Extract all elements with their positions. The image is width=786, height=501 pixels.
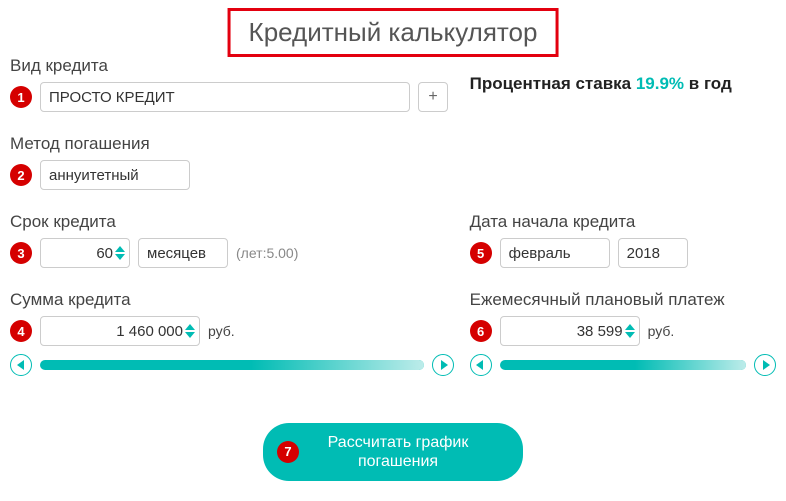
start-date-label: Дата начала кредита <box>470 212 776 232</box>
chevron-up-icon[interactable] <box>115 246 125 252</box>
chevron-down-icon[interactable] <box>185 332 195 338</box>
term-unit: месяцев <box>147 245 206 262</box>
chevron-down-icon[interactable] <box>625 332 635 338</box>
amount-unit: руб. <box>208 323 235 339</box>
amount-value: 1 460 000 <box>49 323 183 340</box>
start-month-select[interactable]: февраль <box>500 238 610 268</box>
marker-6: 6 <box>470 320 492 342</box>
page-title-text: Кредитный калькулятор <box>249 17 538 47</box>
rate-suffix: в год <box>684 74 732 93</box>
credit-type-label: Вид кредита <box>10 56 454 76</box>
slider-right-button[interactable] <box>432 354 454 376</box>
start-month-value: февраль <box>509 245 571 262</box>
payment-unit: руб. <box>648 323 675 339</box>
chevron-up-icon[interactable] <box>625 324 635 330</box>
marker-1: 1 <box>10 86 32 108</box>
calculate-button[interactable]: 7 Рассчитать график погашения <box>263 423 523 481</box>
term-hint: (лет:5.00) <box>236 245 298 261</box>
term-label: Срок кредита <box>10 212 454 232</box>
add-credit-type-button[interactable]: + <box>418 82 448 112</box>
payment-label: Ежемесячный плановый платеж <box>470 290 776 310</box>
method-select[interactable]: аннуитетный <box>40 160 190 190</box>
amount-input[interactable]: 1 460 000 <box>40 316 200 346</box>
method-value: аннуитетный <box>49 167 139 184</box>
chevron-down-icon[interactable] <box>115 254 125 260</box>
plus-icon: + <box>428 88 437 106</box>
amount-slider[interactable] <box>40 360 424 370</box>
credit-type-select[interactable]: ПРОСТО КРЕДИТ <box>40 82 410 112</box>
amount-label: Сумма кредита <box>10 290 454 310</box>
payment-slider[interactable] <box>500 360 746 370</box>
marker-7: 7 <box>277 441 299 463</box>
term-input[interactable]: 60 <box>40 238 130 268</box>
rate-prefix: Процентная ставка <box>470 74 636 93</box>
slider-right-button[interactable] <box>754 354 776 376</box>
slider-left-button[interactable] <box>470 354 492 376</box>
start-year-value: 2018 <box>627 245 660 262</box>
slider-left-button[interactable] <box>10 354 32 376</box>
payment-input[interactable]: 38 599 <box>500 316 640 346</box>
calculate-button-label: Рассчитать график погашения <box>313 433 483 471</box>
interest-rate-line: Процентная ставка 19.9% в год <box>470 74 776 94</box>
credit-type-value: ПРОСТО КРЕДИТ <box>49 89 175 106</box>
term-unit-select[interactable]: месяцев <box>138 238 228 268</box>
marker-3: 3 <box>10 242 32 264</box>
chevron-up-icon[interactable] <box>185 324 195 330</box>
marker-2: 2 <box>10 164 32 186</box>
marker-5: 5 <box>470 242 492 264</box>
method-label: Метод погашения <box>10 134 454 154</box>
payment-value: 38 599 <box>509 323 623 340</box>
page-title: Кредитный калькулятор <box>228 8 559 57</box>
rate-value: 19.9% <box>636 74 684 93</box>
term-value: 60 <box>49 245 113 262</box>
start-year-select[interactable]: 2018 <box>618 238 688 268</box>
marker-4: 4 <box>10 320 32 342</box>
